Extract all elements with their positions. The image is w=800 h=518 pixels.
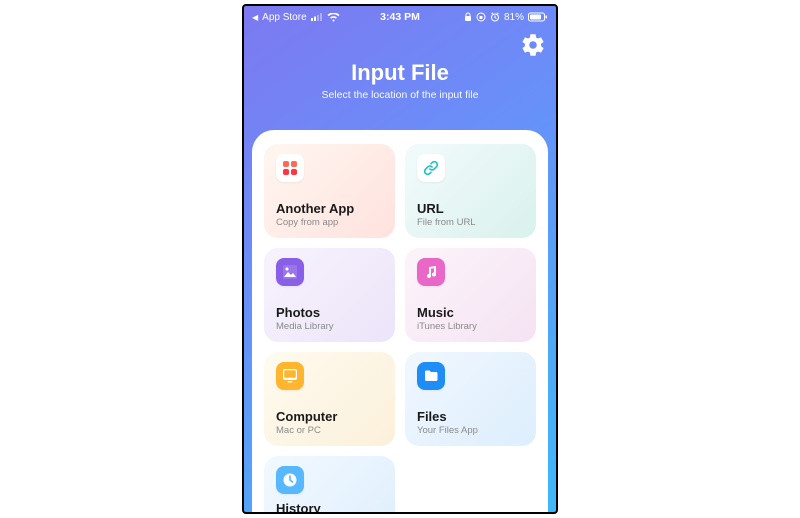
clock-icon — [276, 466, 304, 494]
folder-icon — [417, 362, 445, 390]
link-icon — [417, 154, 445, 182]
lock-icon — [464, 12, 472, 22]
card-computer[interactable]: Computer Mac or PC — [264, 352, 395, 446]
music-note-icon — [417, 258, 445, 286]
card-photos[interactable]: Photos Media Library — [264, 248, 395, 342]
status-back-app[interactable]: App Store — [262, 12, 306, 23]
back-triangle-icon[interactable]: ◀ — [252, 13, 258, 22]
phone-frame: ◀ App Store 3:43 PM 81% — [242, 4, 558, 514]
card-sub: Mac or PC — [276, 425, 383, 436]
card-sub: Copy from app — [276, 217, 383, 228]
status-right: 81% — [464, 12, 548, 23]
card-music[interactable]: Music iTunes Library — [405, 248, 536, 342]
card-label: Computer — [276, 409, 383, 424]
wifi-icon — [327, 13, 340, 22]
card-label: URL — [417, 201, 524, 216]
page-subtitle: Select the location of the input file — [244, 89, 556, 101]
card-sub: Your Files App — [417, 425, 524, 436]
card-history[interactable]: History — [264, 456, 395, 514]
card-files[interactable]: Files Your Files App — [405, 352, 536, 446]
card-label: Music — [417, 305, 524, 320]
battery-icon — [528, 12, 548, 22]
card-sub: File from URL — [417, 217, 524, 228]
status-left: ◀ App Store — [252, 12, 340, 23]
photo-icon — [276, 258, 304, 286]
options-sheet: Another App Copy from app URL File from … — [252, 130, 548, 512]
gear-icon — [520, 32, 546, 58]
card-label: History — [276, 501, 383, 514]
card-url[interactable]: URL File from URL — [405, 144, 536, 238]
monitor-icon — [276, 362, 304, 390]
alarm-icon — [490, 12, 500, 22]
settings-button[interactable] — [520, 32, 546, 58]
card-another-app[interactable]: Another App Copy from app — [264, 144, 395, 238]
status-battery-text: 81% — [504, 12, 524, 23]
orientation-lock-icon — [476, 12, 486, 22]
options-grid: Another App Copy from app URL File from … — [264, 144, 536, 514]
header: Input File Select the location of the in… — [244, 60, 556, 101]
card-label: Photos — [276, 305, 383, 320]
card-label: Files — [417, 409, 524, 424]
page-title: Input File — [244, 60, 556, 86]
card-sub: iTunes Library — [417, 321, 524, 332]
card-sub: Media Library — [276, 321, 383, 332]
cell-signal-icon — [311, 13, 323, 21]
status-bar: ◀ App Store 3:43 PM 81% — [244, 6, 556, 28]
card-label: Another App — [276, 201, 383, 216]
apps-grid-icon — [276, 154, 304, 182]
